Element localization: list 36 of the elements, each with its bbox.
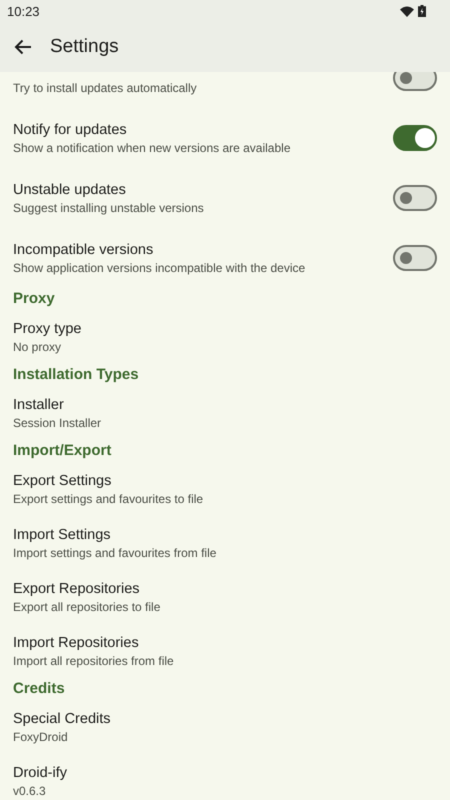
setting-description: v0.6.3 [13, 782, 47, 800]
setting-title: Import Repositories [13, 634, 140, 652]
setting-description: Export all repositories to file [13, 598, 162, 616]
wifi-icon [400, 6, 414, 16]
setting-description: Import all repositories from file [13, 652, 175, 670]
setting-description: Export settings and favourites to file [13, 490, 204, 508]
setting-title: Import Settings [13, 526, 112, 544]
toggle-switch[interactable] [393, 185, 437, 211]
setting-description: Show a notification when new versions are available [13, 140, 292, 156]
setting-title: Incompatible versions [13, 240, 154, 260]
toggle-switch[interactable] [393, 125, 437, 151]
toggle-switch[interactable] [393, 72, 437, 91]
section-header: Installation Types [12, 365, 140, 385]
section-header: Proxy [12, 289, 56, 309]
setting-title: Proxy type [13, 320, 82, 338]
back-icon[interactable] [14, 39, 32, 55]
setting-title: Export Settings [13, 472, 112, 490]
setting-description: Show application versions incompatible with the device [13, 260, 306, 276]
setting-description: Suggest installing unstable versions [13, 200, 205, 216]
setting-title: Notify for updates [13, 120, 128, 140]
setting-title: Unstable updates [13, 180, 127, 200]
section-header: Credits [12, 679, 66, 699]
setting-description: Try to install updates automatically [13, 80, 198, 96]
setting-description: FoxyDroid [13, 728, 69, 746]
toggle-switch[interactable] [393, 245, 437, 271]
setting-description: No proxy [13, 338, 62, 356]
battery-icon [418, 5, 426, 17]
setting-title: Export Repositories [13, 580, 141, 598]
setting-title: Droid-ify [13, 764, 68, 782]
setting-description: Import settings and favourites from file [13, 544, 218, 562]
screen-title: Settings [50, 36, 119, 58]
setting-title: Special Credits [13, 710, 112, 728]
setting-description: Session Installer [13, 414, 102, 432]
status-time: 10:23 [7, 4, 40, 18]
setting-title: Installer [13, 396, 65, 414]
section-header: Import/Export [12, 441, 112, 461]
